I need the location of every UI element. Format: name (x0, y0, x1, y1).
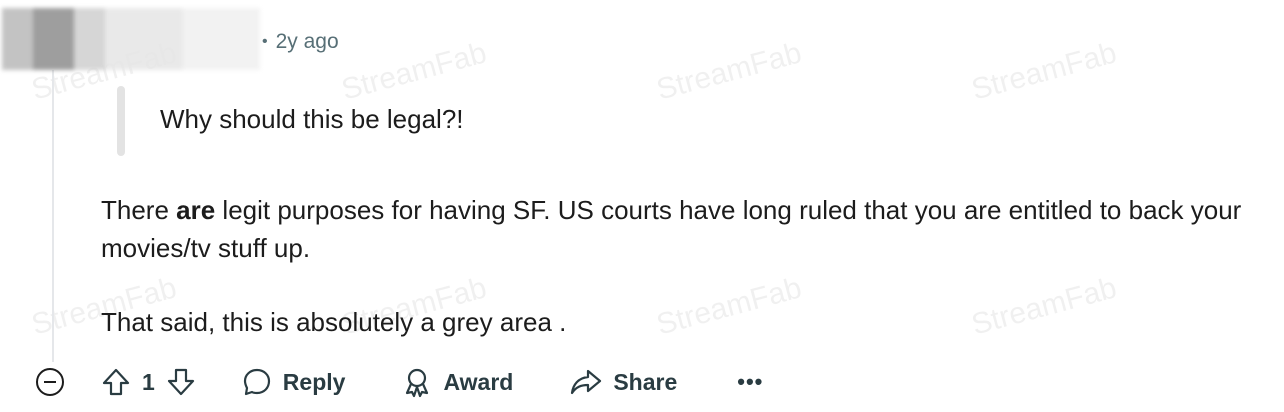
watermark: StreamFab (653, 36, 806, 107)
bold-text: are (176, 195, 216, 225)
quote-bar (117, 86, 125, 156)
more-icon[interactable]: ••• (737, 369, 763, 395)
share-button[interactable]: Share (569, 366, 677, 398)
comment-meta: • 2y ago (262, 30, 339, 54)
award-button[interactable]: Award (401, 366, 513, 398)
blockquote-text: Why should this be legal?! (160, 104, 464, 134)
text-run: There (101, 195, 177, 225)
vote-count: 1 (142, 368, 155, 395)
collapse-icon[interactable] (36, 368, 64, 396)
comment-paragraph: That said, this is absolutely a grey are… (101, 307, 567, 337)
vote-control: 1 (100, 366, 197, 398)
watermark: StreamFab (338, 36, 491, 107)
reply-icon (243, 368, 270, 396)
avatar[interactable] (2, 8, 260, 70)
share-icon (571, 369, 602, 395)
reply-label: Reply (282, 368, 346, 395)
separator-dot: • (262, 33, 268, 50)
text-run: legit purposes for having SF. US courts … (101, 195, 1242, 263)
award-label: Award (443, 368, 514, 395)
downvote-icon[interactable] (165, 366, 197, 398)
upvote-icon[interactable] (100, 366, 132, 398)
award-icon (406, 368, 429, 398)
watermark: StreamFab (968, 36, 1121, 107)
thread-line[interactable] (52, 70, 54, 362)
comment-action-bar: 1 Reply Award Share ••• (36, 360, 836, 404)
timestamp[interactable]: 2y ago (276, 30, 339, 54)
share-label: Share (613, 368, 678, 395)
reply-button[interactable]: Reply (241, 366, 346, 398)
comment-paragraph: There are legit purposes for having SF. … (101, 191, 1271, 267)
